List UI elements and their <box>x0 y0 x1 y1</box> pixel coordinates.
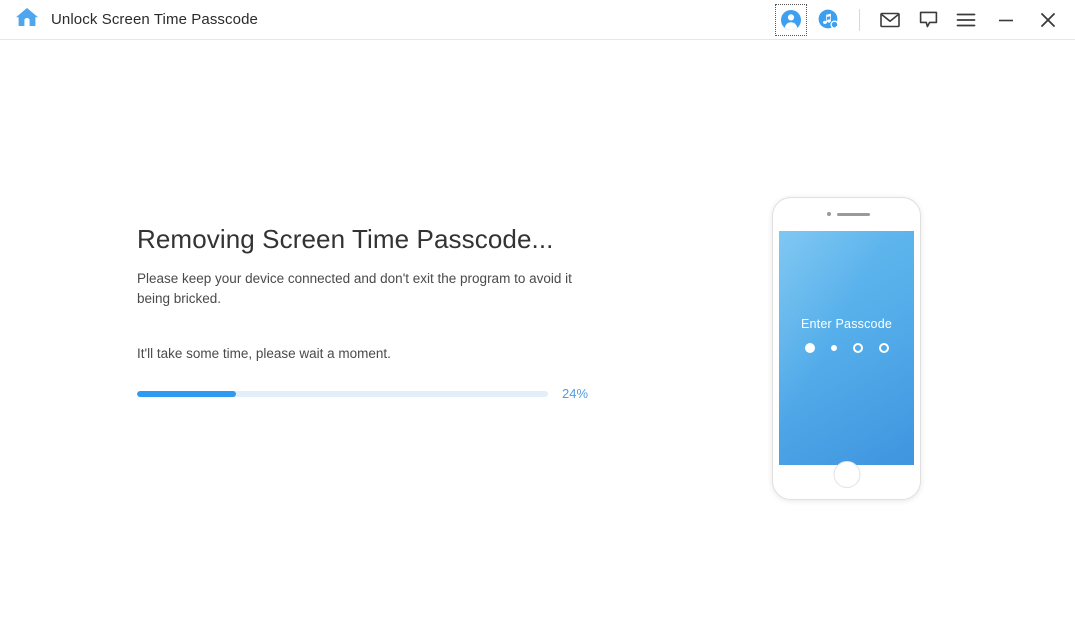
passcode-dot-3 <box>853 343 863 353</box>
toolbar-right <box>772 0 1075 40</box>
phone-camera-icon <box>827 212 831 216</box>
title-bar: Unlock Screen Time Passcode <box>0 0 1075 40</box>
mail-icon[interactable] <box>875 5 905 35</box>
home-button[interactable] <box>10 5 44 35</box>
passcode-dot-2 <box>831 345 837 351</box>
progress-row: 24% <box>137 386 607 401</box>
passcode-dot-1 <box>805 343 815 353</box>
progress-bar-fill <box>137 391 236 397</box>
progress-percent-label: 24% <box>562 386 588 401</box>
close-button[interactable] <box>1033 5 1063 35</box>
home-icon <box>15 6 39 33</box>
phone-screen: Enter Passcode <box>779 231 914 465</box>
device-illustration: Enter Passcode <box>772 197 921 500</box>
warning-text: Please keep your device connected and do… <box>137 269 592 309</box>
page-title: Removing Screen Time Passcode... <box>137 222 607 256</box>
phone-speaker-icon <box>837 213 870 217</box>
app-title: Unlock Screen Time Passcode <box>51 11 258 28</box>
phone-home-button-icon <box>833 461 860 488</box>
feedback-icon[interactable] <box>913 5 943 35</box>
main-content: Removing Screen Time Passcode... Please … <box>137 222 607 401</box>
toolbar-divider <box>859 9 860 31</box>
passcode-dot-4 <box>879 343 889 353</box>
wait-text: It'll take some time, please wait a mome… <box>137 344 607 364</box>
minimize-button[interactable] <box>991 5 1021 35</box>
account-icon[interactable] <box>776 5 806 35</box>
menu-icon[interactable] <box>951 5 981 35</box>
progress-bar <box>137 391 548 397</box>
music-search-icon[interactable] <box>814 5 844 35</box>
enter-passcode-label: Enter Passcode <box>779 317 914 331</box>
passcode-dots <box>779 343 914 353</box>
